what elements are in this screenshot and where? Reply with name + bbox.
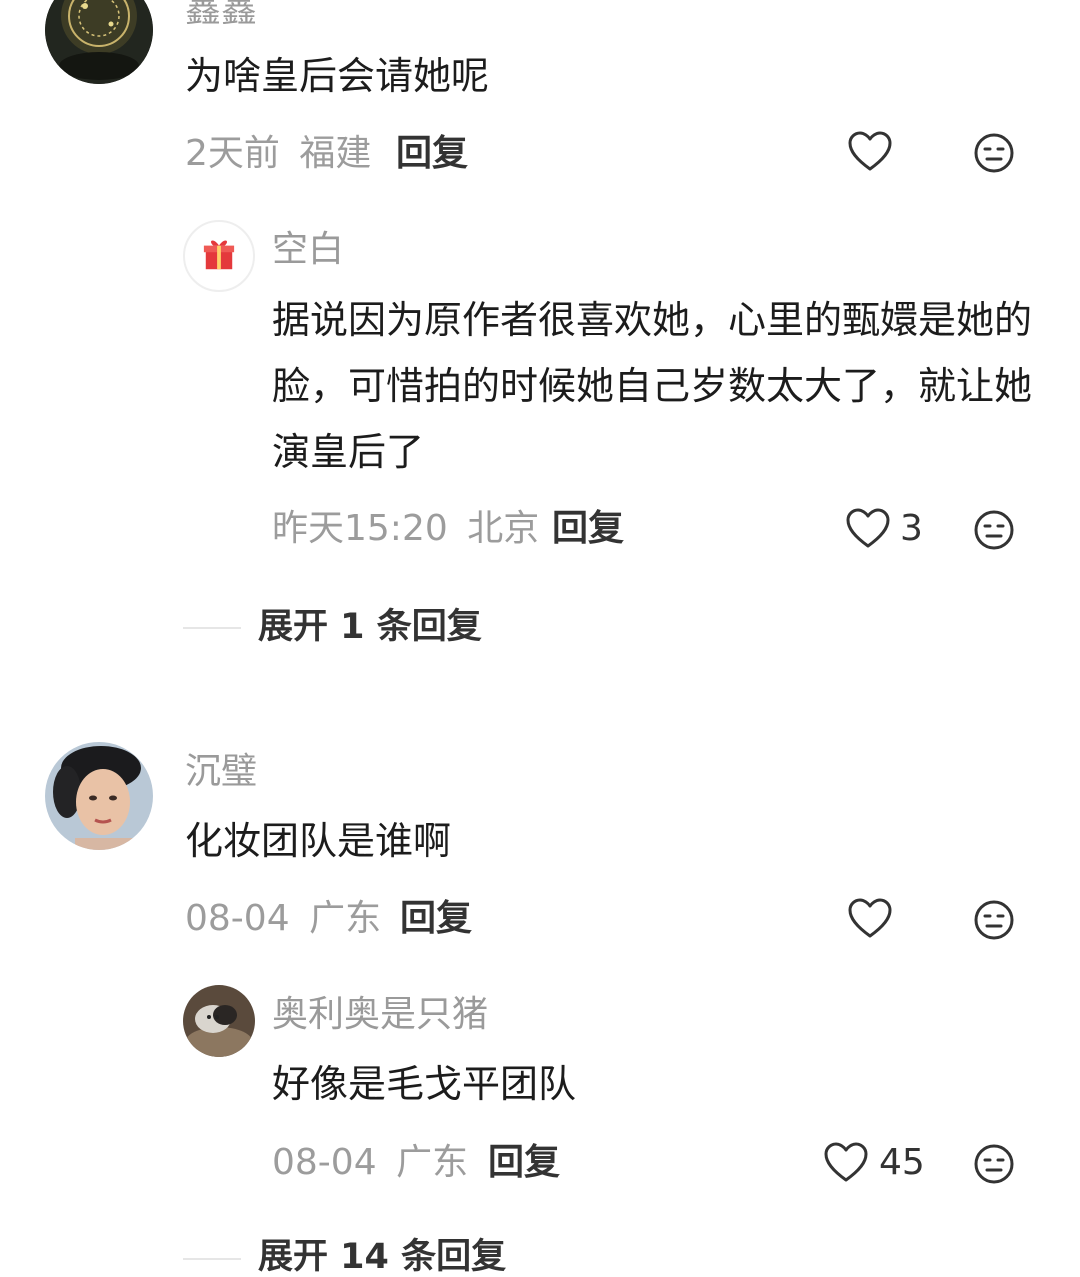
gift-box-icon <box>203 240 235 270</box>
expand-divider <box>183 1258 241 1260</box>
reply-location: 广东 <box>396 1142 469 1183</box>
reply-text: 据说因为原作者很喜欢她，心里的甄嬛是她的脸，可惜拍的时候她自己岁数太大了，就让她… <box>272 298 1033 474</box>
avatar-image <box>183 985 255 1057</box>
reply-time: 08-04 <box>272 1142 377 1183</box>
like-count: 45 <box>879 1142 925 1183</box>
heart-outline-icon <box>848 131 892 171</box>
reply-meta: 昨天15:20 北京 <box>272 511 539 547</box>
expand-replies-button[interactable]: 展开 1 条回复 <box>258 610 482 645</box>
dislike-button[interactable] <box>974 900 1014 940</box>
comment-meta: 08-04 广东 <box>185 901 381 937</box>
heart-outline-icon <box>848 898 892 938</box>
like-count: 3 <box>900 508 923 549</box>
comment-author[interactable]: 鑫鑫 <box>185 0 257 28</box>
avatar[interactable] <box>183 985 255 1057</box>
avatar[interactable] <box>45 742 153 850</box>
reply-item: 空白 据说因为原作者很喜欢她，心里的甄嬛是她的脸，可惜拍的时候她自己岁数太大了，… <box>0 215 1080 565</box>
reply-author[interactable]: 空白 <box>272 232 344 268</box>
reply-author[interactable]: 奥利奥是只猪 <box>272 997 488 1033</box>
avatar[interactable] <box>45 0 153 84</box>
avatar-image <box>45 742 153 850</box>
neutral-face-icon <box>974 1144 1014 1184</box>
comment-item: 鑫鑫 为啥皇后会请她呢 2天前 福建 回复 空白 据说因为原作者很喜欢她，心里的… <box>0 0 1080 700</box>
comment-meta: 2天前 福建 <box>185 136 371 172</box>
expand-divider <box>183 627 241 629</box>
neutral-face-icon <box>974 510 1014 550</box>
reply-button[interactable]: 回复 <box>400 901 472 937</box>
reply-time: 昨天15:20 <box>272 508 448 549</box>
like-button[interactable] <box>848 131 892 173</box>
dislike-button[interactable] <box>974 510 1014 550</box>
avatar[interactable] <box>183 220 255 292</box>
comment-time: 2天前 <box>185 133 280 174</box>
like-button[interactable] <box>824 1142 868 1184</box>
reply-text: 好像是毛戈平团队 <box>272 1062 577 1106</box>
reply-button[interactable]: 回复 <box>396 136 468 172</box>
dislike-button[interactable] <box>974 133 1014 173</box>
comment-item: 沉璧 化妆团队是谁啊 08-04 广东 回复 奥利奥是只猪 好像是毛戈平团队 0… <box>0 740 1080 1275</box>
comment-text: 为啥皇后会请她呢 <box>185 54 490 98</box>
reply-button[interactable]: 回复 <box>552 511 624 547</box>
neutral-face-icon <box>974 133 1014 173</box>
expand-replies-button[interactable]: 展开 14 条回复 <box>258 1240 506 1275</box>
like-button[interactable] <box>846 508 890 550</box>
comment-text: 化妆团队是谁啊 <box>185 819 452 863</box>
neutral-face-icon <box>974 900 1014 940</box>
comment-location: 广东 <box>309 898 382 939</box>
comment-author[interactable]: 沉璧 <box>185 754 257 790</box>
dislike-button[interactable] <box>974 1144 1014 1184</box>
reply-button[interactable]: 回复 <box>488 1145 560 1181</box>
reply-location: 北京 <box>467 508 540 549</box>
comment-time: 08-04 <box>185 898 290 939</box>
heart-outline-icon <box>824 1142 868 1182</box>
reply-item: 奥利奥是只猪 好像是毛戈平团队 08-04 广东 回复 45 <box>0 983 1080 1193</box>
heart-outline-icon <box>846 508 890 548</box>
reply-meta: 08-04 广东 <box>272 1145 468 1181</box>
comment-location: 福建 <box>299 133 372 174</box>
like-button[interactable] <box>848 898 892 940</box>
avatar-image <box>45 0 153 84</box>
